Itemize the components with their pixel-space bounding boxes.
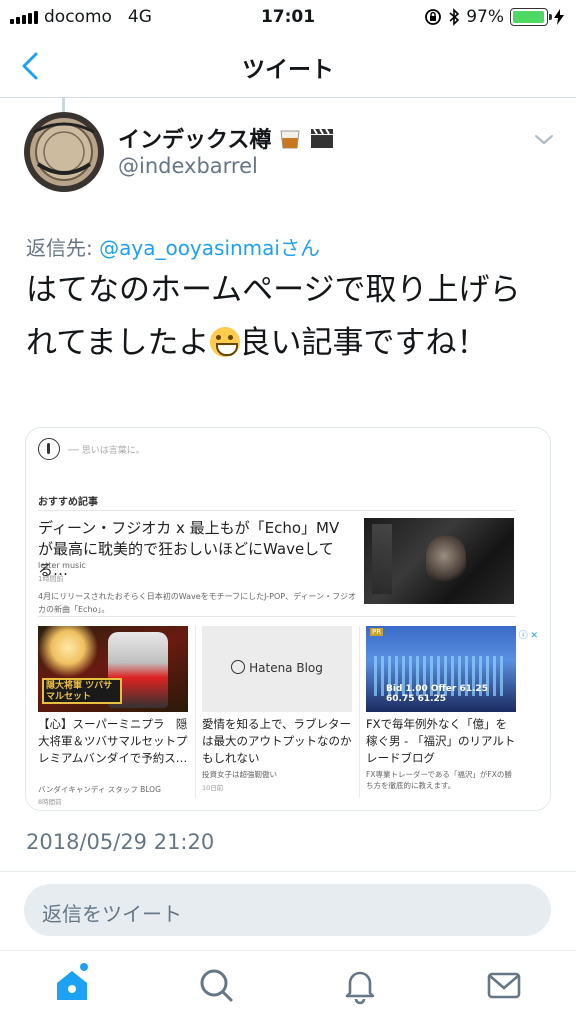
- featured-article-image[interactable]: [364, 518, 514, 604]
- search-icon: [200, 969, 233, 1002]
- home-icon: [57, 971, 87, 1000]
- ad-choices-icon[interactable]: ⓘ ✕: [519, 628, 538, 641]
- page-title: ツイート: [242, 57, 334, 83]
- tab-notifications[interactable]: [340, 965, 380, 1005]
- article-time: 8時間前: [38, 798, 62, 806]
- reply-to-label: 返信先:: [26, 236, 100, 260]
- card-section-title: おすすめ記事: [38, 497, 98, 508]
- featured-article-description: 4月にリリースされたおそらく日本初のWaveをモチーフにしたJ-POP、ディーン…: [38, 592, 357, 614]
- divider: [0, 871, 576, 872]
- tab-search[interactable]: [196, 965, 236, 1005]
- user-handle[interactable]: @indexbarrel: [118, 154, 258, 178]
- article-source: FX専業トレーダーである「福沢」がFXの勝ち方を徹底的に教えます。: [366, 770, 512, 790]
- article-title: 【心】スーパーミニプラ 隠大将軍＆ツバサマルセットプレミアムバンダイで予約ス…: [38, 717, 188, 765]
- divider: [195, 626, 196, 798]
- tab-bar: [0, 950, 576, 1024]
- tweet-text-part-2: 良い記事ですね！: [239, 325, 488, 361]
- article-source: バンダイキャンディ スタッフ BLOG: [38, 785, 161, 794]
- article-time: 10日前: [202, 784, 224, 792]
- battery-percent: 97%: [466, 7, 504, 27]
- article-item[interactable]: PR Bid 1.00 Offer 61.25 60.75 61.25 FXで毎…: [366, 626, 516, 796]
- display-name-text: インデックス樽: [118, 128, 272, 153]
- reply-input[interactable]: 返信をツイート: [24, 884, 551, 936]
- navigation-bar: ツイート: [0, 34, 576, 98]
- article-source: 投資女子は超強靭傲い: [202, 770, 277, 779]
- article-image: PR Bid 1.00 Offer 61.25 60.75 61.25: [366, 626, 516, 712]
- tweet-text: はてなのホームページで取り上げられてましたよ 良い記事ですね！: [26, 264, 546, 370]
- reply-to-line: 返信先: @aya_ooyasinmaiさん: [26, 232, 320, 261]
- hatena-logo-icon: [231, 660, 246, 674]
- tab-messages[interactable]: [484, 965, 524, 1005]
- orientation-lock-icon: [425, 9, 442, 25]
- featured-article-title[interactable]: ディーン・フジオカ x 最上もが「Echo」MVが最高に耽美的で狂おしいほどにW…: [38, 518, 348, 581]
- chevron-down-icon: [535, 135, 553, 145]
- divider: [38, 510, 516, 511]
- status-right: 97%: [424, 7, 564, 27]
- display-name[interactable]: インデックス樽: [118, 122, 335, 154]
- price-board-text: Bid 1.00 Offer 61.25 60.75 61.25: [386, 684, 488, 704]
- status-bar: docomo 4G 17:01 97%: [0, 0, 576, 34]
- article-item[interactable]: 隠大将軍 ツバサマルセット 【心】スーパーミニプラ 隠大将軍＆ツバサマルセットプ…: [38, 626, 188, 806]
- tab-home[interactable]: [52, 963, 92, 1005]
- card-tagline: ── 思いは言葉に。: [68, 446, 145, 456]
- notification-dot: [80, 963, 88, 971]
- divider: [359, 626, 360, 798]
- reply-to-handle-link[interactable]: @aya_ooyasinmaiさん: [99, 236, 320, 260]
- hatena-blog-text: Hatena Blog: [249, 661, 323, 675]
- thread-line: [62, 98, 65, 112]
- article-image: 隠大将軍 ツバサマルセット: [38, 626, 188, 712]
- divider: [38, 616, 516, 617]
- article-image: Hatena Blog: [202, 626, 352, 712]
- featured-article-source: letter music: [38, 561, 86, 570]
- mail-icon: [487, 972, 521, 999]
- sponsored-label: PR: [370, 628, 384, 636]
- article-image-text: 隠大将軍 ツバサマルセット: [42, 678, 122, 704]
- blog-logo-icon: [38, 438, 60, 460]
- charging-bolt-icon: [554, 9, 564, 25]
- battery-icon: [510, 8, 552, 26]
- barrel-avatar-image: [24, 112, 104, 192]
- hatena-blog-logo: Hatena Blog: [202, 660, 352, 675]
- featured-article-time: 1時間前: [38, 575, 64, 583]
- article-item[interactable]: Hatena Blog 愛情を知る上で、ラブレターは最大のアウトプットなのかもし…: [202, 626, 352, 796]
- tweet-options-button[interactable]: [532, 128, 556, 152]
- bluetooth-icon: [449, 8, 460, 26]
- tweet-timestamp: 2018/05/29 21:20: [26, 830, 215, 854]
- bell-icon: [345, 971, 375, 1005]
- grinning-face-emoji: [209, 327, 240, 357]
- avatar[interactable]: [24, 112, 104, 192]
- battery-fill: [513, 11, 545, 23]
- article-title: FXで毎年例外なく「億」を稼ぐ男 - 「福沢」のリアルトレードブログ: [366, 717, 516, 765]
- reply-placeholder: 返信をツイート: [42, 902, 182, 926]
- tumbler-glass-emoji: [277, 125, 303, 151]
- link-card[interactable]: ── 思いは言葉に。 おすすめ記事 ディーン・フジオカ x 最上もが「Echo」…: [25, 427, 551, 811]
- clapper-board-emoji: [309, 125, 335, 151]
- article-title: 愛情を知る上で、ラブレターは最大のアウトプットなのかもしれない: [202, 717, 352, 765]
